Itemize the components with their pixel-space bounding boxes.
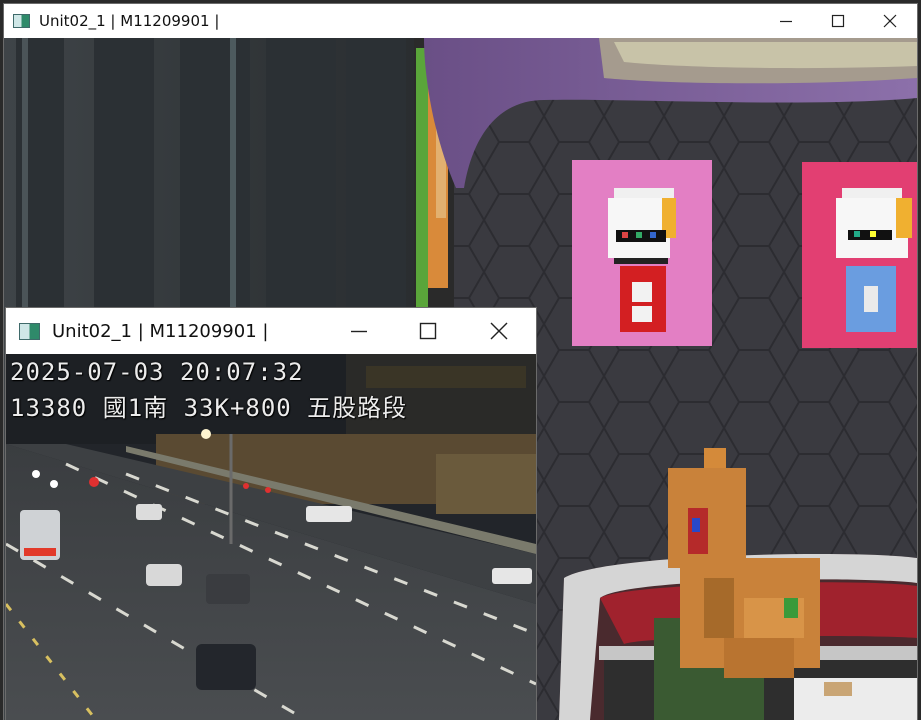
maximize-button[interactable]	[816, 4, 860, 38]
minimize-icon	[780, 20, 792, 23]
close-button[interactable]	[868, 4, 912, 38]
close-icon	[883, 14, 897, 28]
camera-location-label: 13380 國1南 33K+800 五股路段	[10, 394, 408, 422]
camera-close-button[interactable]	[474, 308, 524, 354]
camera-titlebar[interactable]: Unit02_1 | M11209901 |	[6, 308, 536, 354]
poster-right	[802, 162, 917, 348]
poster-left	[572, 160, 712, 346]
close-icon	[490, 322, 508, 340]
camera-feed[interactable]: 2025-07-03 20:07:32 13380 國1南 33K+800 五股…	[6, 354, 536, 720]
minimize-icon	[351, 330, 367, 333]
camera-maximize-button[interactable]	[403, 308, 453, 354]
unity-app-icon	[13, 14, 30, 28]
camera-timestamp: 2025-07-03 20:07:32	[10, 358, 304, 386]
maximize-icon	[831, 14, 845, 28]
camera-window: Unit02_1 | M11209901 | 2025-07-03 20:07:…	[6, 308, 536, 720]
unity-app-icon	[19, 322, 40, 340]
camera-minimize-button[interactable]	[334, 308, 384, 354]
minimize-button[interactable]	[764, 4, 808, 38]
camera-window-title: Unit02_1 | M11209901 |	[52, 320, 269, 342]
maximize-icon	[419, 322, 437, 340]
main-window-title: Unit02_1 | M11209901 |	[39, 12, 220, 30]
main-titlebar[interactable]: Unit02_1 | M11209901 |	[4, 4, 917, 38]
